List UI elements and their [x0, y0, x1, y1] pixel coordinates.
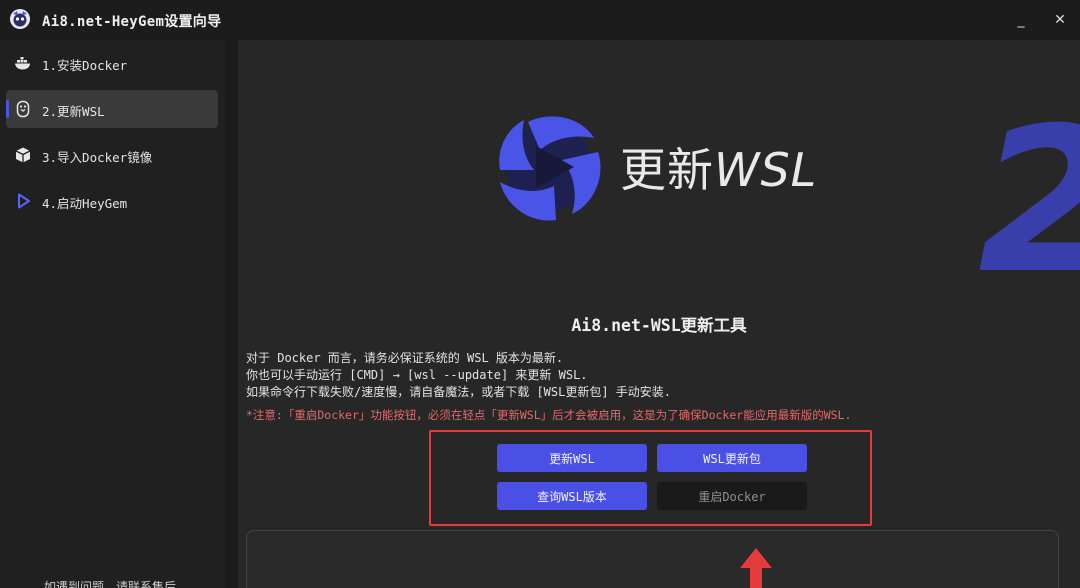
main-panel: 更新WSL 2 Ai8.net-WSL更新工具 对于 Docker 而言，请务必…	[238, 40, 1080, 588]
linux-penguin-icon	[16, 100, 30, 118]
description-line-3: 如果命令行下载失败/速度慢，请自备魔法，或者下载 [WSL更新包] 手动安装.	[246, 385, 672, 399]
sidebar-divider	[226, 40, 238, 588]
tool-title: Ai8.net-WSL更新工具	[571, 316, 747, 335]
arrow-up-icon	[740, 548, 772, 588]
description-line-1: 对于 Docker 而言，请务必保证系统的 WSL 版本为最新.	[246, 351, 564, 365]
sidebar-item-start-heygem[interactable]: 4.启动HeyGem	[6, 182, 218, 220]
cube-icon	[15, 147, 31, 163]
hero-title-cn: 更新	[620, 143, 714, 197]
sidebar-item-label: 2.更新WSL	[42, 104, 105, 119]
window-title: Ai8.net-HeyGem设置向导	[42, 14, 222, 30]
description-line-2: 你也可以手动运行 [CMD] → [wsl --update] 来更新 WSL.	[246, 368, 588, 382]
active-indicator	[6, 100, 9, 118]
step-number: 2	[978, 102, 1080, 302]
app-logo-icon	[10, 9, 30, 29]
hero-title-en: WSL	[714, 143, 818, 197]
restart-docker-button[interactable]: 重启Docker	[657, 482, 807, 510]
play-icon	[18, 193, 30, 209]
hero-banner: 更新WSL 2	[238, 40, 1080, 340]
sidebar-item-update-wsl[interactable]: 2.更新WSL	[6, 90, 218, 128]
heygem-logo-icon	[499, 116, 601, 221]
docker-icon	[15, 57, 30, 70]
close-button[interactable]: ✕	[1045, 6, 1075, 34]
sidebar-item-label: 3.导入Docker镜像	[42, 150, 153, 165]
query-wsl-version-button[interactable]: 查询WSL版本	[497, 482, 647, 510]
support-hint: 如遇到问题，请联系售后	[44, 580, 177, 588]
hero-title: 更新WSL	[620, 134, 817, 200]
wsl-package-button[interactable]: WSL更新包	[657, 444, 807, 472]
output-log-area	[246, 530, 1059, 588]
sidebar-item-label: 1.安装Docker	[42, 58, 128, 73]
sidebar: 1.安装Docker 2.更新WSL 3.导入Docker镜像 4.启动HeyG…	[0, 40, 226, 588]
sidebar-item-install-docker[interactable]: 1.安装Docker	[6, 44, 218, 82]
sidebar-item-import-docker-image[interactable]: 3.导入Docker镜像	[6, 136, 218, 174]
warning-note: *注意:「重启Docker」功能按钮，必须在轻点「更新WSL」后才会被启用，这是…	[246, 408, 852, 422]
minimize-button[interactable]: _	[1006, 6, 1036, 34]
sidebar-item-label: 4.启动HeyGem	[42, 196, 128, 211]
update-wsl-button[interactable]: 更新WSL	[497, 444, 647, 472]
title-bar: Ai8.net-HeyGem设置向导 _ ✕	[0, 0, 1080, 40]
